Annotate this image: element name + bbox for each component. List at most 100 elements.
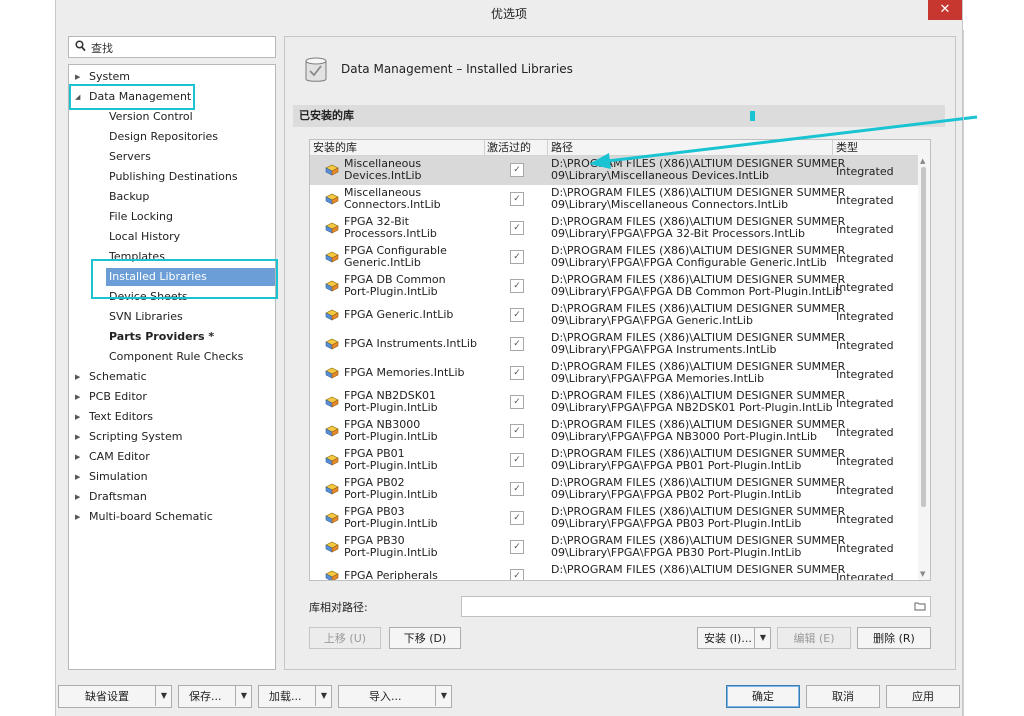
expand-arrow-icon[interactable]: ▶ [75,388,85,406]
tree-item-parts-providers[interactable]: Parts Providers * [109,328,214,346]
activated-checkbox[interactable]: ✓ [510,192,524,206]
tree-item-component-rule-checks[interactable]: Component Rule Checks [109,348,243,366]
tree-item-design-repositories[interactable]: Design Repositories [109,128,218,146]
activated-checkbox[interactable]: ✓ [510,540,524,554]
column-header-library[interactable]: 安装的库 [313,141,357,155]
activated-checkbox[interactable]: ✓ [510,424,524,438]
folder-icon[interactable] [914,601,926,611]
library-path: D:\PROGRAM FILES (X86)\ALTIUM DESIGNER S… [551,331,846,356]
expand-arrow-icon[interactable]: ▶ [75,408,85,426]
install-dropdown-arrow-icon[interactable]: ▼ [754,628,771,648]
load-button[interactable]: 加载... ▼ [258,685,332,708]
annotation-marker [750,111,755,121]
activated-checkbox[interactable]: ✓ [510,163,524,177]
dropdown-arrow-icon[interactable]: ▼ [235,686,252,706]
activated-checkbox[interactable]: ✓ [510,453,524,467]
vertical-scrollbar[interactable]: ▲ ▼ [918,155,930,580]
expand-arrow-icon[interactable]: ▶ [75,468,85,486]
tree-item-publishing-destinations[interactable]: Publishing Destinations [109,168,238,186]
tree-item-servers[interactable]: Servers [109,148,151,166]
table-row[interactable]: FPGA DB Common Port-Plugin.IntLib ✓ D:\PROG… [310,272,918,301]
expand-arrow-icon[interactable]: ▶ [75,488,85,506]
move-up-button[interactable]: 上移 (U) [309,627,381,649]
table-row[interactable]: FPGA 32-Bit Processors.IntLib ✓ D:\PROGRAM … [310,214,918,243]
expand-arrow-icon[interactable]: ▶ [75,448,85,466]
activated-checkbox[interactable]: ✓ [510,482,524,496]
tree-item-version-control[interactable]: Version Control [109,108,193,126]
activated-checkbox[interactable]: ✓ [510,366,524,380]
activated-checkbox[interactable]: ✓ [510,308,524,322]
close-button[interactable]: ✕ [928,0,962,20]
column-header-activated[interactable]: 激活过的 [487,141,531,155]
highlight-box-data-management [69,84,195,110]
scroll-thumb[interactable] [921,167,926,507]
library-path: D:\PROGRAM FILES (X86)\ALTIUM DESIGNER S… [551,244,846,269]
relative-path-label: 库相对路径: [309,601,368,614]
save-button[interactable]: 保存... ▼ [178,685,252,708]
table-row[interactable]: FPGA Memories.IntLib ✓ D:\PROGRAM FILES (X… [310,359,918,388]
table-row[interactable]: FPGA PB03 Port-Plugin.IntLib ✓ D:\PROGRAM F… [310,504,918,533]
library-path: D:\PROGRAM FILES (X86)\ALTIUM DESIGNER S… [551,563,846,576]
tree-item-backup[interactable]: Backup [109,188,149,206]
defaults-button[interactable]: 缺省设置 ▼ [58,685,172,708]
table-row[interactable]: FPGA PB01 Port-Plugin.IntLib ✓ D:\PROGRAM F… [310,446,918,475]
activated-checkbox[interactable]: ✓ [510,250,524,264]
library-type: Integrated [836,368,894,381]
table-row[interactable]: FPGA Configurable Generic.IntLib ✓ D:\PROGR… [310,243,918,272]
table-row[interactable]: Miscellaneous Connectors.IntLib ✓ D:\PROGRA… [310,185,918,214]
table-row[interactable]: FPGA PB02 Port-Plugin.IntLib ✓ D:\PROGRAM F… [310,475,918,504]
library-path: D:\PROGRAM FILES (X86)\ALTIUM DESIGNER S… [551,302,846,327]
library-type: Integrated [836,484,894,497]
highlight-box-installed-libraries [91,259,278,299]
tree-item-file-locking[interactable]: File Locking [109,208,173,226]
tree-item-svn-libraries[interactable]: SVN Libraries [109,308,183,326]
edit-button[interactable]: 编辑 (E) [777,627,851,649]
table-row[interactable]: FPGA NB3000 Port-Plugin.IntLib ✓ D:\PROGRAM… [310,417,918,446]
table-row[interactable]: FPGA Peripherals ✓ D:\PROGRAM FILES (X86)\… [310,562,918,580]
column-header-path[interactable]: 路径 [551,141,573,155]
activated-checkbox[interactable]: ✓ [510,337,524,351]
library-name: FPGA PB02 Port-Plugin.IntLib [344,476,438,501]
ok-button[interactable]: 确定 [726,685,800,708]
activated-checkbox[interactable]: ✓ [510,569,524,580]
expand-arrow-icon[interactable]: ▶ [75,368,85,386]
library-icon [325,454,339,466]
remove-button[interactable]: 删除 (R) [857,627,931,649]
library-icon [325,367,339,379]
library-name: FPGA Configurable Generic.IntLib [344,244,447,269]
dropdown-arrow-icon[interactable]: ▼ [315,686,332,706]
library-name: Miscellaneous Connectors.IntLib [344,186,441,211]
library-type: Integrated [836,310,894,323]
activated-checkbox[interactable]: ✓ [510,511,524,525]
move-down-button[interactable]: 下移 (D) [389,627,461,649]
dropdown-arrow-icon[interactable]: ▼ [435,686,452,706]
table-row[interactable]: FPGA Instruments.IntLib ✓ D:\PROGRAM FILES… [310,330,918,359]
tree-item-local-history[interactable]: Local History [109,228,180,246]
table-row[interactable]: FPGA PB30 Port-Plugin.IntLib ✓ D:\PROGRAM F… [310,533,918,562]
annotation-arrow [589,115,978,169]
expand-arrow-icon[interactable]: ▶ [75,508,85,526]
search-input[interactable]: 查找 [68,36,276,58]
activated-checkbox[interactable]: ✓ [510,395,524,409]
relative-path-input[interactable] [461,596,931,617]
dropdown-arrow-icon[interactable]: ▼ [155,686,172,706]
activated-checkbox[interactable]: ✓ [510,221,524,235]
database-icon [305,57,327,82]
category-tree[interactable]: ▶ System ◢ Data Management Version Contr… [68,64,276,670]
library-icon [325,222,339,234]
library-icon [325,338,339,350]
libraries-grid[interactable]: 安装的库 激活过的 路径 类型 Miscellaneous Devices.Int… [309,139,931,581]
activated-checkbox[interactable]: ✓ [510,279,524,293]
table-row[interactable]: FPGA Generic.IntLib ✓ D:\PROGRAM FILES (X8… [310,301,918,330]
table-row[interactable]: FPGA NB2DSK01 Port-Plugin.IntLib ✓ D:\PROGR… [310,388,918,417]
library-path: D:\PROGRAM FILES (X86)\ALTIUM DESIGNER S… [551,360,846,385]
search-icon [75,40,86,52]
title-bar[interactable]: 优选项 [56,0,962,26]
scroll-down-icon[interactable]: ▼ [920,570,925,578]
library-name: FPGA DB Common Port-Plugin.IntLib [344,273,446,298]
install-button[interactable]: 安装 (I)... ▼ [697,627,771,649]
expand-arrow-icon[interactable]: ▶ [75,428,85,446]
cancel-button[interactable]: 取消 [806,685,880,708]
apply-button[interactable]: 应用 [886,685,960,708]
import-button[interactable]: 导入... ▼ [338,685,452,708]
